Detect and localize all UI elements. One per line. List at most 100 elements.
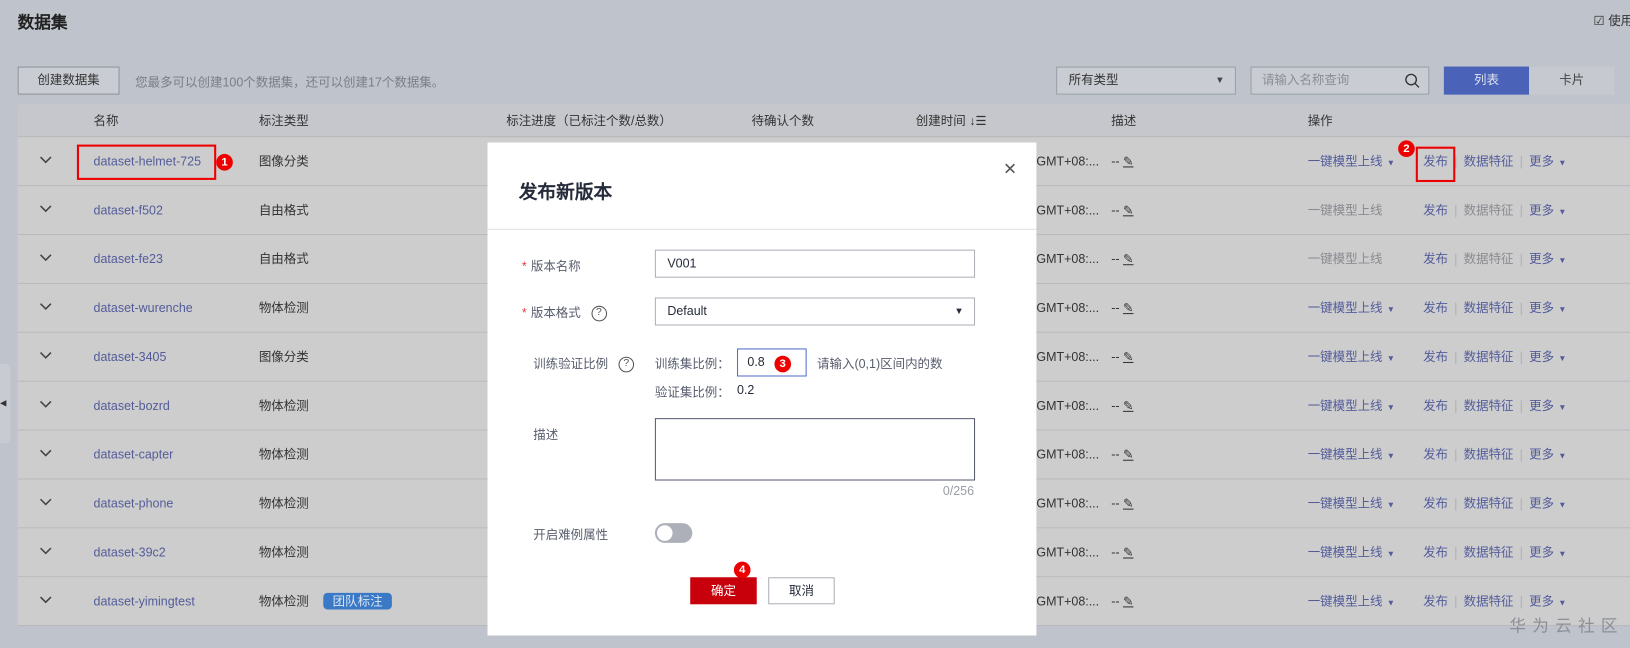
- quota-hint: 您最多可以创建100个数据集，还可以创建17个数据集。: [135, 74, 445, 90]
- cancel-button[interactable]: 取消: [768, 577, 835, 605]
- annotation-type-text: 物体检测: [258, 593, 309, 609]
- separator: [1455, 204, 1457, 218]
- more-link[interactable]: 更多 ▼: [1529, 154, 1566, 169]
- view-list-button[interactable]: 列表: [1443, 66, 1530, 95]
- description-textarea[interactable]: [654, 418, 976, 481]
- version-name-input[interactable]: V001: [654, 249, 976, 278]
- more-link[interactable]: 更多 ▼: [1529, 496, 1566, 511]
- created-time: GMT+08:...: [1036, 496, 1100, 511]
- edit-icon[interactable]: ✎: [1123, 398, 1133, 413]
- edit-icon[interactable]: ✎: [1123, 252, 1133, 267]
- type-filter-select[interactable]: 所有类型 ▼: [1056, 66, 1236, 95]
- caret-down-icon: ▼: [1386, 158, 1395, 168]
- publish-link[interactable]: 发布: [1423, 496, 1448, 511]
- edit-icon[interactable]: ✎: [1123, 447, 1133, 462]
- data-features-link[interactable]: 数据特征: [1464, 496, 1514, 511]
- more-link[interactable]: 更多 ▼: [1529, 203, 1566, 218]
- dataset-name-link[interactable]: dataset-bozrd: [94, 382, 170, 431]
- deploy-label: 一键模型上线: [1307, 153, 1383, 169]
- dataset-name-link[interactable]: dataset-3405: [94, 333, 167, 382]
- usage-guide-link[interactable]: ☑ 使用: [1594, 11, 1630, 29]
- sort-icon[interactable]: ↓☰: [969, 113, 986, 128]
- more-link[interactable]: 更多 ▼: [1529, 447, 1566, 462]
- close-icon[interactable]: ✕: [1003, 159, 1017, 180]
- chevron-down-icon[interactable]: [38, 302, 53, 312]
- dataset-name-link[interactable]: dataset-fe23: [94, 235, 163, 284]
- more-link[interactable]: 更多 ▼: [1529, 252, 1566, 267]
- edit-icon[interactable]: ✎: [1123, 496, 1133, 511]
- publish-link[interactable]: 发布: [1423, 301, 1448, 316]
- confirm-button[interactable]: 确定: [690, 577, 757, 605]
- sidebar-collapse-handle[interactable]: ◀: [0, 364, 11, 444]
- annotation-type: 物体检测: [259, 284, 309, 333]
- publish-link[interactable]: 发布: [1423, 447, 1448, 462]
- deploy-model-link[interactable]: 一键模型上线 ▼: [1308, 154, 1395, 169]
- chevron-down-icon[interactable]: [38, 546, 53, 556]
- deploy-model-link[interactable]: 一键模型上线 ▼: [1308, 447, 1395, 462]
- data-features-link[interactable]: 数据特征: [1464, 398, 1514, 413]
- search-icon[interactable]: [1404, 73, 1420, 89]
- publish-link[interactable]: 发布: [1423, 545, 1448, 560]
- description-cell: -- ✎: [1111, 235, 1133, 284]
- more-label: 更多: [1529, 251, 1555, 267]
- deploy-model-link[interactable]: 一键模型上线 ▼: [1308, 594, 1395, 609]
- dataset-name-link[interactable]: dataset-yimingtest: [94, 577, 195, 626]
- edit-icon[interactable]: ✎: [1123, 594, 1133, 609]
- publish-link[interactable]: 发布: [1423, 252, 1448, 267]
- separator: [1520, 204, 1522, 218]
- annotation-box-1: [76, 144, 217, 180]
- dataset-name-link[interactable]: dataset-capter: [94, 431, 174, 480]
- search-input[interactable]: 请输入名称查询: [1250, 66, 1430, 95]
- more-label: 更多: [1529, 496, 1555, 511]
- hard-example-toggle[interactable]: [654, 523, 693, 543]
- deploy-model-link[interactable]: 一键模型上线 ▼: [1308, 398, 1395, 413]
- chevron-down-icon[interactable]: [38, 399, 53, 409]
- dataset-name-link[interactable]: dataset-f502: [94, 186, 163, 235]
- edit-icon[interactable]: ✎: [1123, 203, 1133, 218]
- chevron-down-icon[interactable]: [38, 204, 53, 214]
- data-features-link[interactable]: 数据特征: [1464, 349, 1514, 364]
- col-created[interactable]: 创建时间 ↓☰: [916, 104, 987, 137]
- more-link[interactable]: 更多 ▼: [1529, 349, 1566, 364]
- deploy-model-link[interactable]: 一键模型上线 ▼: [1308, 496, 1395, 511]
- data-features-link[interactable]: 数据特征: [1464, 447, 1514, 462]
- row-actions: 一键模型上线 ▼: [1308, 431, 1395, 481]
- edit-icon[interactable]: ✎: [1123, 545, 1133, 560]
- edit-icon[interactable]: ✎: [1123, 154, 1133, 169]
- help-icon[interactable]: ?: [618, 357, 635, 373]
- chevron-down-icon[interactable]: [38, 253, 53, 263]
- view-card-button[interactable]: 卡片: [1529, 66, 1615, 95]
- chevron-down-icon[interactable]: [38, 155, 53, 165]
- dataset-name-link[interactable]: dataset-wurenche: [94, 284, 193, 333]
- publish-link[interactable]: 发布: [1423, 203, 1448, 218]
- deploy-model-link[interactable]: 一键模型上线 ▼: [1308, 301, 1395, 316]
- more-link[interactable]: 更多 ▼: [1529, 398, 1566, 413]
- caret-down-icon: ▼: [1386, 353, 1395, 363]
- deploy-model-link[interactable]: 一键模型上线 ▼: [1308, 349, 1395, 364]
- more-link[interactable]: 更多 ▼: [1529, 301, 1566, 316]
- chevron-down-icon[interactable]: [38, 448, 53, 458]
- dataset-name-link[interactable]: dataset-phone: [94, 479, 174, 528]
- edit-icon[interactable]: ✎: [1123, 301, 1133, 316]
- create-dataset-button[interactable]: 创建数据集: [17, 66, 120, 95]
- data-features-link[interactable]: 数据特征: [1464, 594, 1514, 609]
- train-ratio-input[interactable]: 0.8: [737, 348, 807, 377]
- publish-link[interactable]: 发布: [1423, 349, 1448, 364]
- more-link[interactable]: 更多 ▼: [1529, 545, 1566, 560]
- edit-icon[interactable]: ✎: [1123, 349, 1133, 364]
- description-value: --: [1111, 545, 1120, 560]
- deploy-label: 一键模型上线: [1307, 398, 1383, 413]
- chevron-down-icon[interactable]: [38, 497, 53, 507]
- data-features-link[interactable]: 数据特征: [1464, 545, 1514, 560]
- more-link[interactable]: 更多 ▼: [1529, 594, 1566, 609]
- data-features-link[interactable]: 数据特征: [1464, 301, 1514, 316]
- version-format-select[interactable]: Default ▼: [654, 297, 976, 326]
- chevron-down-icon[interactable]: [38, 351, 53, 361]
- publish-link[interactable]: 发布: [1423, 398, 1448, 413]
- chevron-down-icon[interactable]: [38, 595, 53, 605]
- data-features-link[interactable]: 数据特征: [1464, 154, 1514, 169]
- help-icon[interactable]: ?: [591, 306, 607, 322]
- publish-link[interactable]: 发布: [1423, 594, 1448, 609]
- deploy-model-link[interactable]: 一键模型上线 ▼: [1308, 545, 1395, 560]
- dataset-name-link[interactable]: dataset-39c2: [94, 528, 166, 577]
